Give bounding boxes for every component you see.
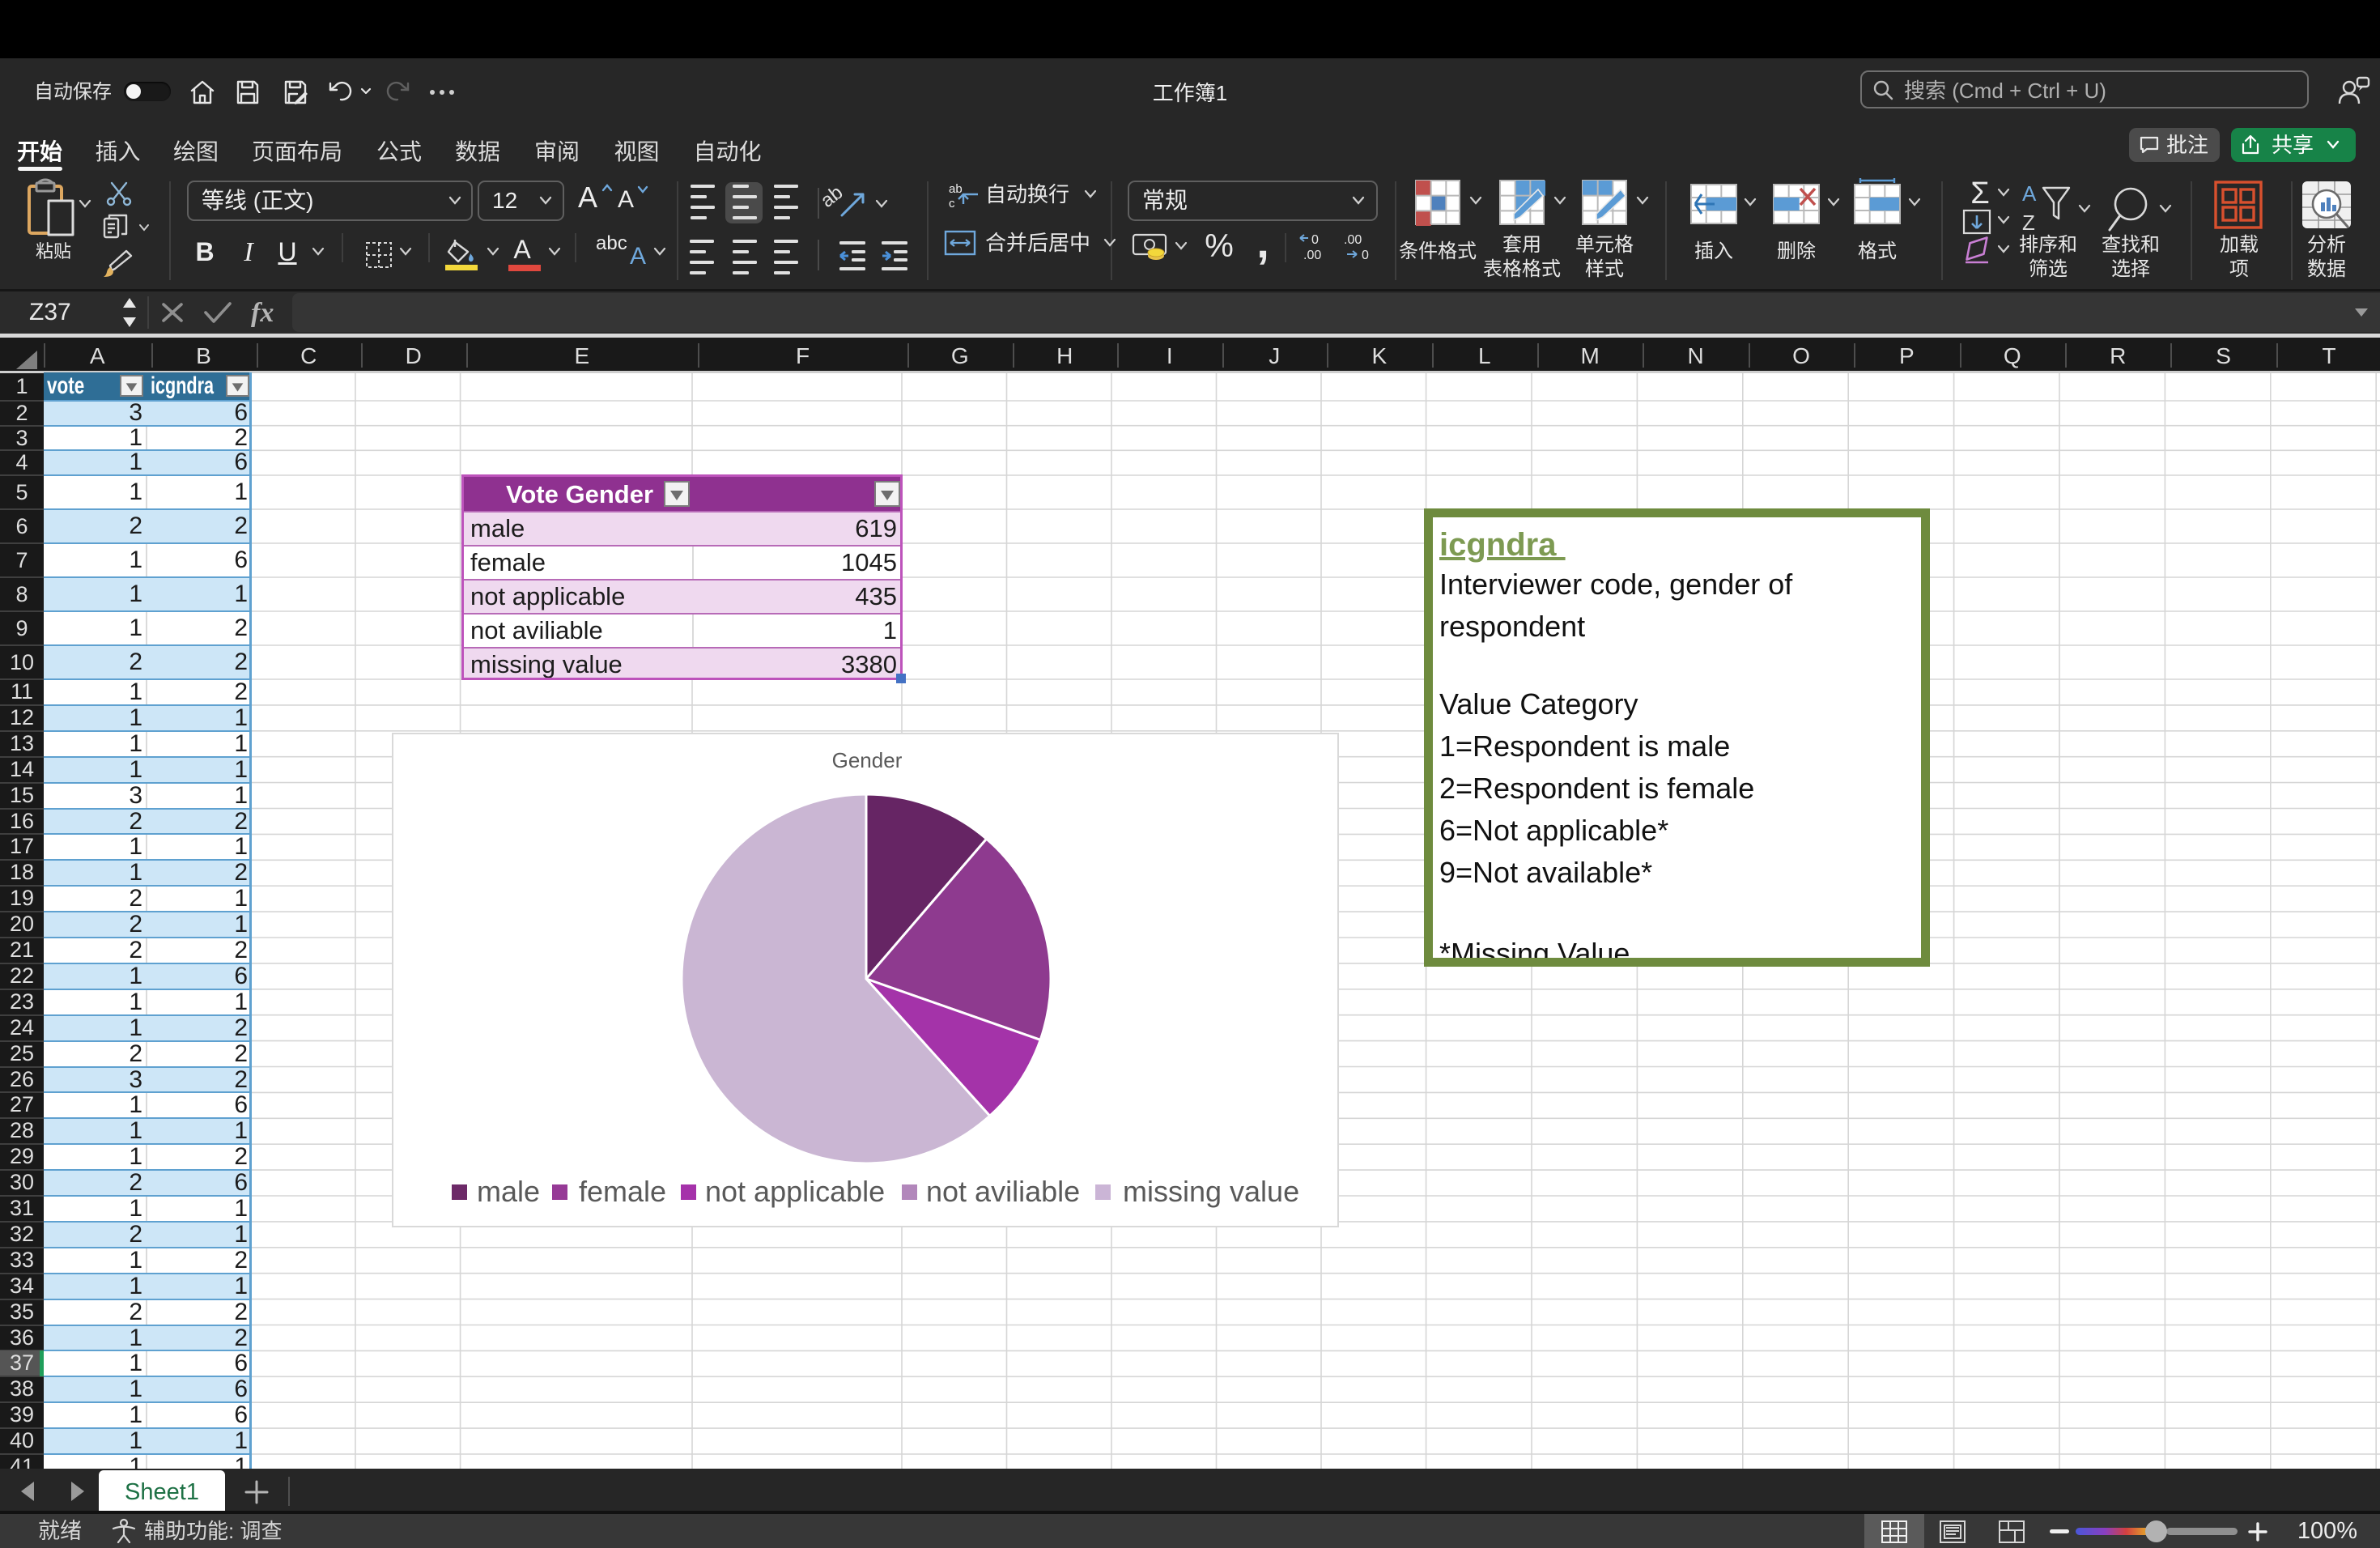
svg-text:.00: .00	[1303, 249, 1321, 262]
svg-text:0: 0	[1311, 233, 1319, 247]
svg-text:ab: ab	[949, 182, 963, 196]
svg-text:0: 0	[1362, 249, 1369, 262]
svg-text:Z: Z	[2022, 211, 2035, 235]
svg-text:c: c	[949, 197, 955, 211]
svg-text:A: A	[2022, 181, 2037, 206]
svg-text:.00: .00	[1344, 233, 1362, 247]
